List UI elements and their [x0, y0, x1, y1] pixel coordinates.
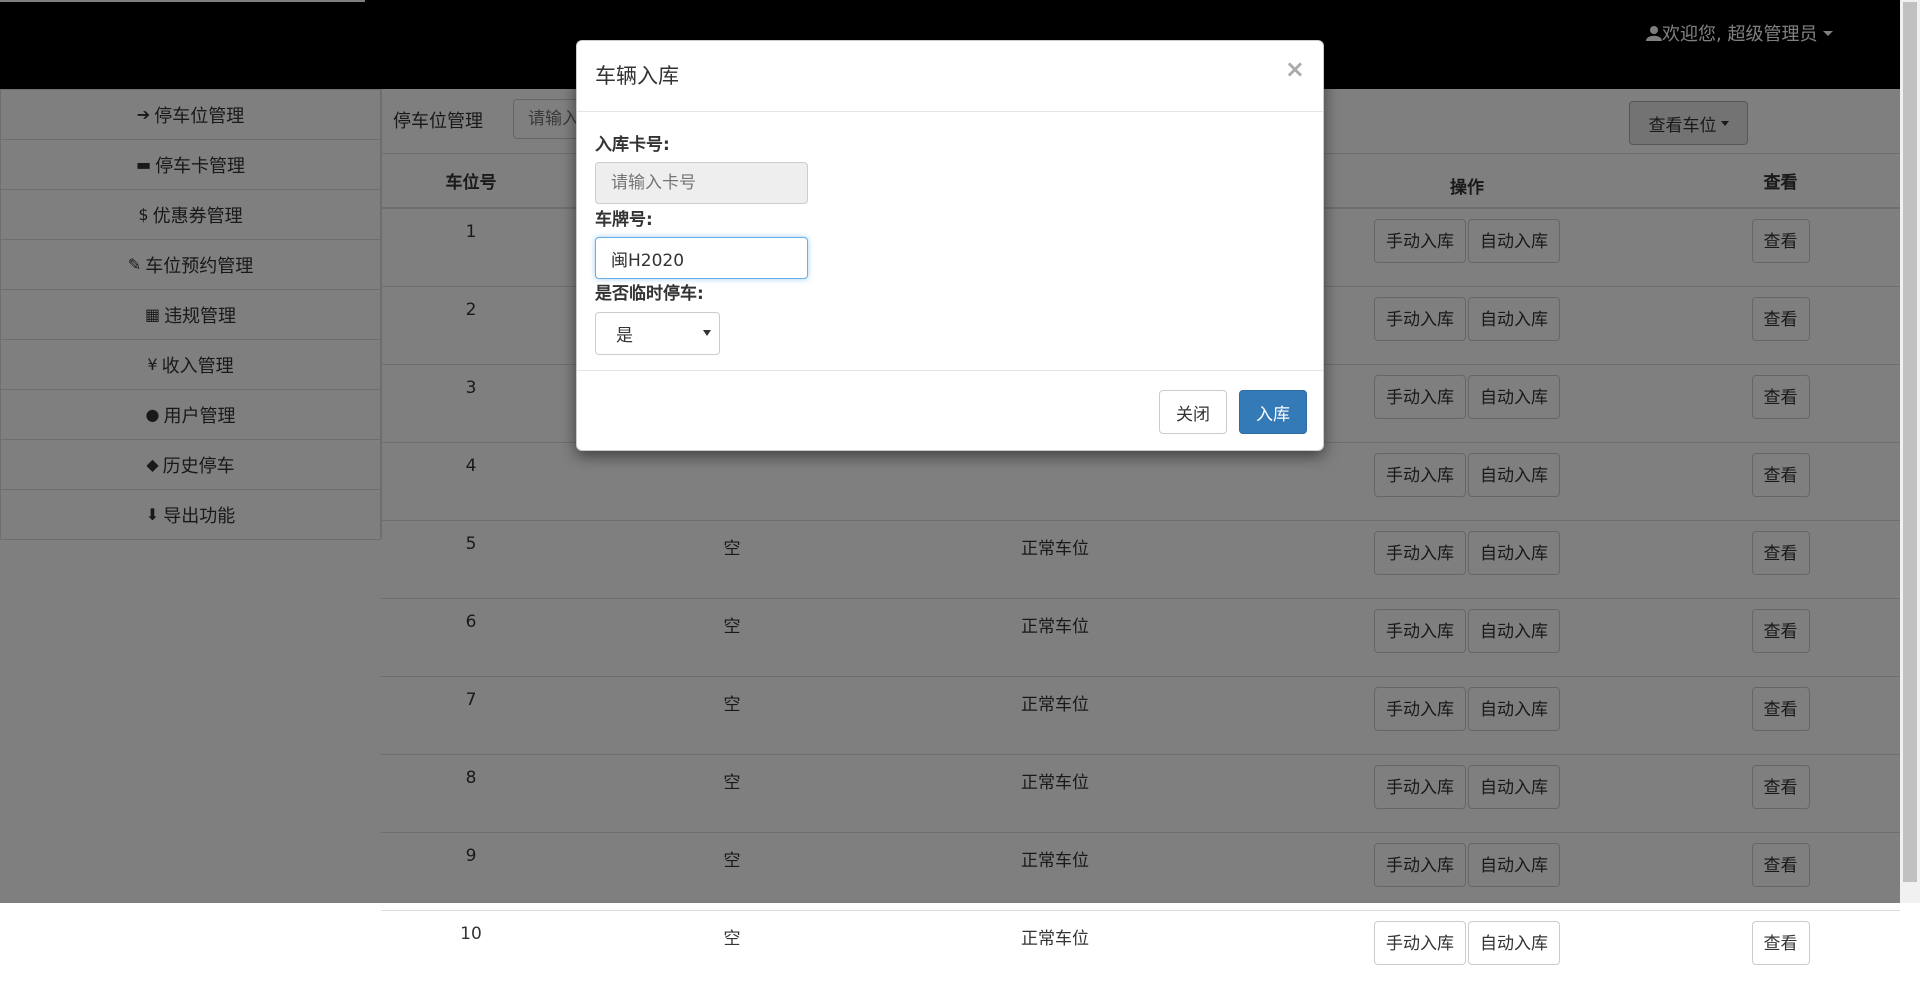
modal-footer: 关闭 入库 [577, 370, 1323, 451]
actions-cell: 手动入库自动入库 [1273, 911, 1661, 988]
card-number-field[interactable] [595, 162, 808, 204]
auto-entry-button[interactable]: 自动入库 [1468, 921, 1560, 965]
table-row: 10空正常车位手动入库自动入库查看 [381, 911, 1900, 988]
temporary-parking-select[interactable]: 是 [595, 312, 720, 355]
plate-number-label: 车牌号: [595, 205, 653, 230]
close-icon[interactable]: × [1285, 55, 1305, 83]
card-number-label: 入库卡号: [595, 130, 670, 155]
plate-number-field[interactable] [595, 237, 808, 279]
chevron-down-icon [703, 330, 711, 336]
scrollbar-thumb[interactable] [1903, 2, 1917, 882]
page-scrollbar[interactable] [1900, 0, 1920, 903]
manual-entry-button[interactable]: 手动入库 [1374, 921, 1466, 965]
space-number: 10 [381, 911, 561, 988]
temporary-parking-value: 是 [616, 321, 633, 346]
close-button[interactable]: 关闭 [1159, 390, 1227, 434]
vehicle-entry-dialog: 车辆入库 × 入库卡号: 车牌号: 是否临时停车: 是 关闭 入库 [576, 40, 1324, 451]
space-status: 空 [561, 911, 903, 988]
temporary-parking-label: 是否临时停车: [595, 279, 704, 304]
submit-entry-button[interactable]: 入库 [1239, 390, 1307, 434]
view-button[interactable]: 查看 [1752, 921, 1810, 965]
modal-body: 入库卡号: 车牌号: 是否临时停车: 是 [577, 112, 1323, 371]
modal-header: 车辆入库 × [577, 41, 1323, 112]
view-cell: 查看 [1661, 911, 1900, 988]
space-type: 正常车位 [903, 911, 1273, 988]
modal-title: 车辆入库 [595, 60, 679, 90]
